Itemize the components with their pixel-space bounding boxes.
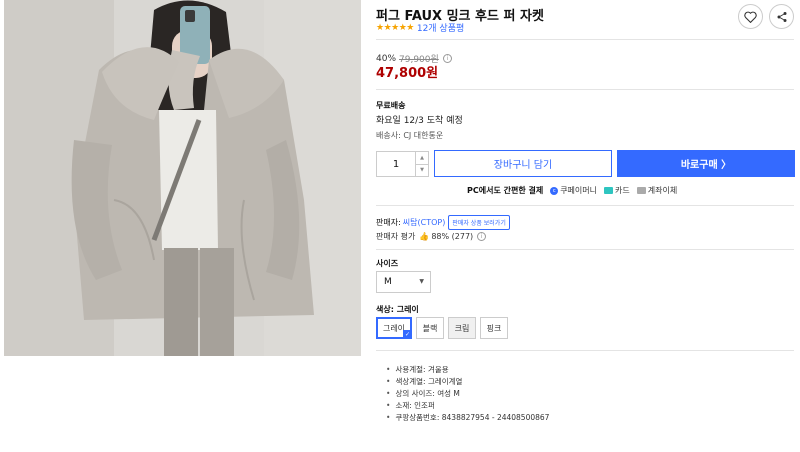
thumbs-up-icon: 👍	[419, 232, 430, 241]
attribute-item: 사용계절: 겨울용	[386, 364, 549, 376]
chevron-down-icon: ▼	[419, 278, 424, 285]
quantity-arrows: ▲ ▼	[415, 152, 428, 176]
quantity-stepper[interactable]: 1 ▲ ▼	[376, 151, 429, 177]
share-button[interactable]	[769, 4, 794, 29]
check-icon: ✓	[403, 330, 412, 339]
free-shipping-label: 무료배송	[376, 101, 406, 110]
payment-coupay: c 쿠페이머니	[550, 185, 597, 196]
size-select[interactable]: M ▼	[376, 271, 431, 293]
payment-bank: 계좌이체	[636, 185, 678, 196]
bank-transfer-icon	[636, 187, 646, 194]
seller-name-link[interactable]: 씨탑(CTOP)	[403, 217, 446, 228]
info-icon[interactable]: i	[477, 232, 487, 241]
seller-label: 판매자:	[376, 218, 401, 227]
divider	[376, 350, 794, 351]
color-options: 그레이 ✓ 블랙 크림 핑크	[376, 317, 508, 339]
info-icon[interactable]: i	[442, 54, 452, 63]
color-option-pink[interactable]: 핑크	[480, 317, 508, 339]
color-option-label: 블랙	[422, 323, 438, 333]
payment-card: 카드	[604, 185, 630, 196]
divider	[376, 89, 794, 90]
seller-row: 판매자: 씨탑(CTOP) 판매자 상품 보러가기	[376, 215, 510, 230]
buy-now-button[interactable]: 바로구매 〉	[617, 150, 795, 177]
size-selected-value: M	[384, 277, 392, 287]
product-attributes: 사용계절: 겨울용 색상계열: 그레이계열 상의 사이즈: 여성 M 소재: 인…	[386, 364, 549, 424]
arrival-date: 화요일 12/3 도착 예정	[376, 116, 463, 126]
sale-price: 47,800원	[376, 66, 439, 81]
payment-method-label: 쿠페이머니	[560, 186, 597, 195]
heart-icon	[744, 11, 757, 23]
payment-method-label: 계좌이체	[647, 186, 678, 195]
payment-method-label: 카드	[615, 186, 630, 195]
wishlist-button[interactable]	[738, 4, 763, 29]
color-option-label: 그레이	[382, 323, 406, 333]
seller-products-button[interactable]: 판매자 상품 보러가기	[448, 215, 510, 230]
color-option-label: 크림	[454, 323, 470, 333]
product-image[interactable]	[4, 0, 361, 356]
color-option-black[interactable]: 블랙	[416, 317, 444, 339]
add-to-cart-button[interactable]: 장바구니 담기	[434, 150, 612, 177]
quantity-input[interactable]: 1	[377, 152, 415, 176]
divider	[376, 205, 794, 206]
attribute-item: 상의 사이즈: 여성 M	[386, 388, 549, 400]
attribute-item: 쿠팡상품번호: 8438827954 - 24408500867	[386, 412, 549, 424]
product-photo-illustration	[4, 0, 361, 356]
seller-rating-row: 판매자 평가 👍 88% (277) i	[376, 231, 487, 242]
rating-row[interactable]: ★★★★★ 12개 상품평	[376, 21, 464, 35]
size-label: 사이즈	[376, 259, 399, 268]
carrier-info: 배송사: CJ 대한통운	[376, 131, 444, 140]
attribute-item: 소재: 인조퍼	[386, 400, 549, 412]
share-icon	[777, 11, 786, 22]
star-rating: ★★★★★	[376, 22, 414, 33]
review-count-link[interactable]: 12개 상품평	[417, 21, 464, 34]
quantity-down-icon[interactable]: ▼	[416, 165, 428, 177]
divider	[376, 39, 794, 40]
color-option-label: 핑크	[486, 323, 502, 333]
attribute-item: 색상계열: 그레이계열	[386, 376, 549, 388]
color-option-cream[interactable]: 크림	[448, 317, 476, 339]
color-option-gray[interactable]: 그레이 ✓	[376, 317, 412, 339]
color-label: 색상: 그레이	[376, 305, 419, 314]
payment-title: PC에서도 간편한 결제	[467, 186, 544, 195]
card-icon	[604, 187, 613, 194]
seller-rating-label: 판매자 평가	[376, 232, 416, 241]
payment-methods: PC에서도 간편한 결제 c 쿠페이머니 카드 계좌이체	[467, 185, 677, 196]
divider	[376, 249, 794, 250]
coupay-icon: c	[550, 186, 559, 195]
seller-rating-value: 88% (277)	[431, 232, 474, 241]
quantity-up-icon[interactable]: ▲	[416, 152, 428, 165]
